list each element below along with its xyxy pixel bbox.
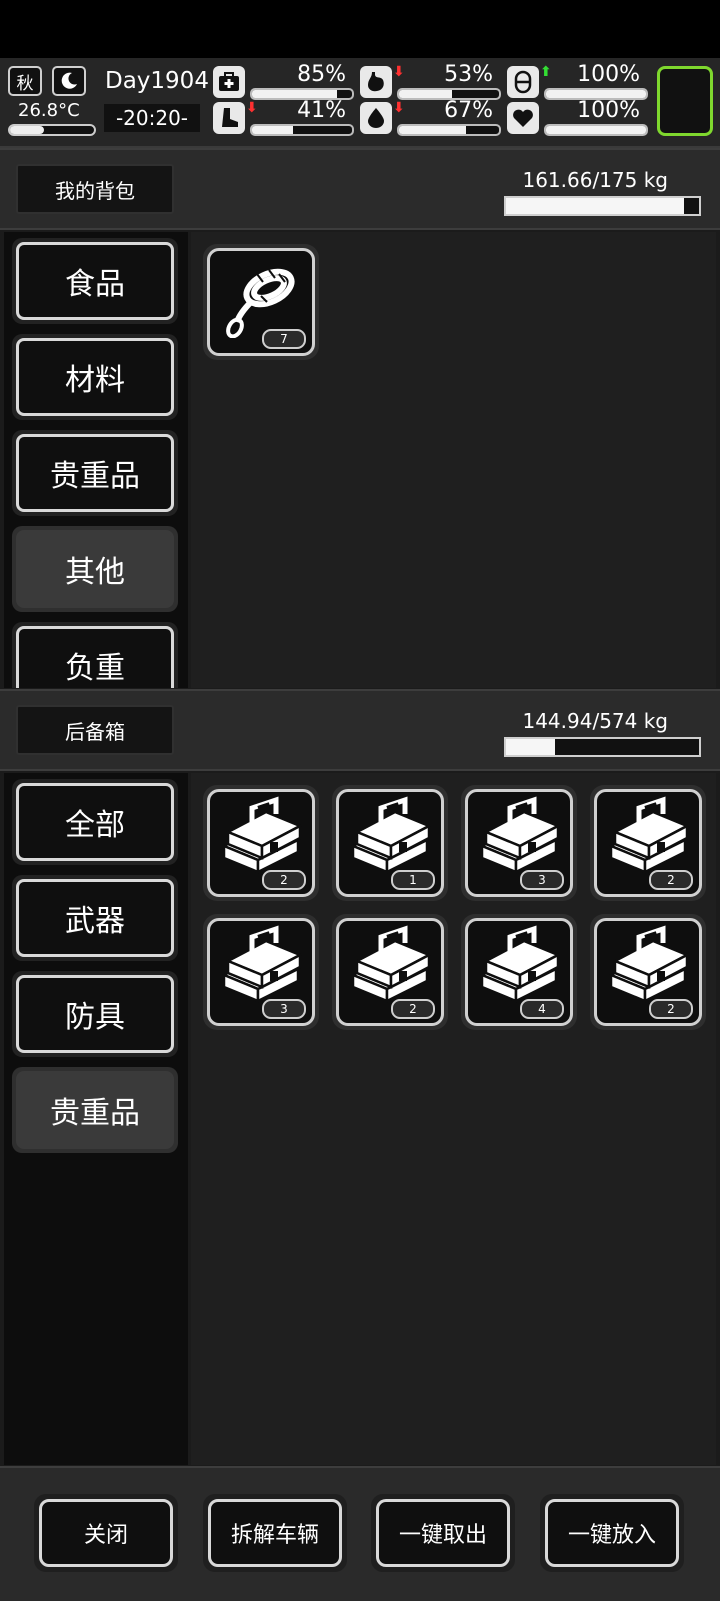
trunk-item-slot[interactable]: 2 xyxy=(590,914,706,1030)
moon-icon xyxy=(52,66,86,96)
trunk-tab-1[interactable]: 武器 xyxy=(12,875,178,961)
trunk-tab-2[interactable]: 防具 xyxy=(12,971,178,1057)
trunk-tab-label: 武器 xyxy=(16,879,174,957)
backpack-tab-2[interactable]: 贵重品 xyxy=(12,430,178,516)
trunk-weight: 144.94/574 kg xyxy=(522,709,668,733)
system-status-bar xyxy=(0,0,720,58)
temperature-label: 26.8°C xyxy=(18,100,80,121)
toolbox-icon xyxy=(476,796,562,880)
item-count-badge: 1 xyxy=(391,870,435,890)
trunk-tab-label: 防具 xyxy=(16,975,174,1053)
backpack-tab-3[interactable]: 其他 xyxy=(12,526,178,612)
backpack-tab-label: 材料 xyxy=(16,338,174,416)
hunger-value: 53% xyxy=(444,62,493,87)
trunk-item-slot[interactable]: 2 xyxy=(590,785,706,901)
store-all-button[interactable]: 一键放入 xyxy=(540,1494,684,1572)
trunk-tab-label: 贵重品 xyxy=(16,1071,174,1149)
toolbox-icon xyxy=(476,925,562,1009)
trunk-category-tabs: 全部 武器 防具 贵重品 xyxy=(4,773,188,1465)
thirst-value: 67% xyxy=(444,98,493,123)
backpack-item-slot[interactable]: 7 xyxy=(203,244,319,360)
toolbox-icon xyxy=(218,796,304,880)
trunk-item-slot[interactable]: 3 xyxy=(461,785,577,901)
thirst-bar xyxy=(397,124,501,136)
backpack-tab-label: 食品 xyxy=(16,242,174,320)
backpack-tab-0[interactable]: 食品 xyxy=(12,238,178,324)
mood-bar xyxy=(544,124,648,136)
stomach-icon xyxy=(360,66,392,98)
water-drop-icon xyxy=(360,102,392,134)
backpack-weight: 161.66/175 kg xyxy=(522,168,668,192)
boot-icon xyxy=(213,102,245,134)
item-count-badge: 2 xyxy=(262,870,306,890)
close-button[interactable]: 关闭 xyxy=(34,1494,178,1572)
take-all-label: 一键取出 xyxy=(376,1499,510,1567)
store-all-label: 一键放入 xyxy=(545,1499,679,1567)
item-count-badge: 2 xyxy=(391,999,435,1019)
toolbox-icon xyxy=(605,796,691,880)
season-label: 秋 xyxy=(16,73,34,94)
toolbox-icon xyxy=(605,925,691,1009)
equipped-item-slot[interactable] xyxy=(657,66,713,136)
dismantle-vehicle-label: 拆解车辆 xyxy=(208,1499,342,1567)
mood-value: 100% xyxy=(577,98,640,123)
thermometer-bar xyxy=(8,124,96,136)
day-label: Day1904 xyxy=(105,68,209,94)
backpack-weight-bar xyxy=(504,196,701,216)
backpack-tab-label: 其他 xyxy=(16,530,174,608)
trunk-item-slot[interactable]: 3 xyxy=(203,914,319,1030)
backpack-tab-label: 贵重品 xyxy=(16,434,174,512)
trunk-header: 后备箱 144.94/574 kg xyxy=(0,689,720,771)
backpack-tab-label: 负重 xyxy=(16,626,174,688)
item-count-badge: 3 xyxy=(262,999,306,1019)
item-count-badge: 3 xyxy=(520,870,564,890)
energy-value: 100% xyxy=(577,62,640,87)
trunk-tab-0[interactable]: 全部 xyxy=(12,779,178,865)
item-count-badge: 2 xyxy=(649,870,693,890)
item-count-badge: 2 xyxy=(649,999,693,1019)
take-all-button[interactable]: 一键取出 xyxy=(371,1494,515,1572)
item-count-badge: 7 xyxy=(262,329,306,349)
toolbox-icon xyxy=(347,796,433,880)
trunk-tab-3[interactable]: 贵重品 xyxy=(12,1067,178,1153)
clock-label: -20:20- xyxy=(104,104,200,132)
trunk-item-slot[interactable]: 4 xyxy=(461,914,577,1030)
backpack-tab-4[interactable]: 负重 xyxy=(12,622,178,688)
heart-icon xyxy=(507,102,539,134)
backpack-title: 我的背包 xyxy=(16,164,174,214)
stamina-bar xyxy=(250,124,354,136)
trunk-item-grid: 2 1 3 2 3 2 4 2 xyxy=(191,773,716,1465)
backpack-tab-1[interactable]: 材料 xyxy=(12,334,178,420)
backpack-item-grid: 7 xyxy=(191,232,716,688)
close-button-label: 关闭 xyxy=(39,1499,173,1567)
capsule-icon xyxy=(507,66,539,98)
trunk-item-slot[interactable]: 2 xyxy=(332,914,448,1030)
medkit-icon xyxy=(213,66,245,98)
item-count-badge: 4 xyxy=(520,999,564,1019)
backpack-category-tabs: 食品材料贵重品其他负重 xyxy=(4,232,188,688)
trunk-item-slot[interactable]: 1 xyxy=(332,785,448,901)
trunk-tab-label: 全部 xyxy=(16,783,174,861)
trunk-title: 后备箱 xyxy=(16,705,174,755)
player-status-panel: 秋 26.8°C Day1904 -20:20- 85% ⬇ 53% ⬆ 100% ⬇ 41… xyxy=(0,58,720,148)
stamina-value: 41% xyxy=(297,98,346,123)
trunk-item-slot[interactable]: 2 xyxy=(203,785,319,901)
toolbox-icon xyxy=(347,925,433,1009)
season-icon: 秋 xyxy=(8,66,42,96)
dismantle-vehicle-button[interactable]: 拆解车辆 xyxy=(203,1494,347,1572)
health-value: 85% xyxy=(297,62,346,87)
toolbox-icon xyxy=(218,925,304,1009)
backpack-header: 我的背包 161.66/175 kg xyxy=(0,148,720,230)
trunk-weight-bar xyxy=(504,737,701,757)
